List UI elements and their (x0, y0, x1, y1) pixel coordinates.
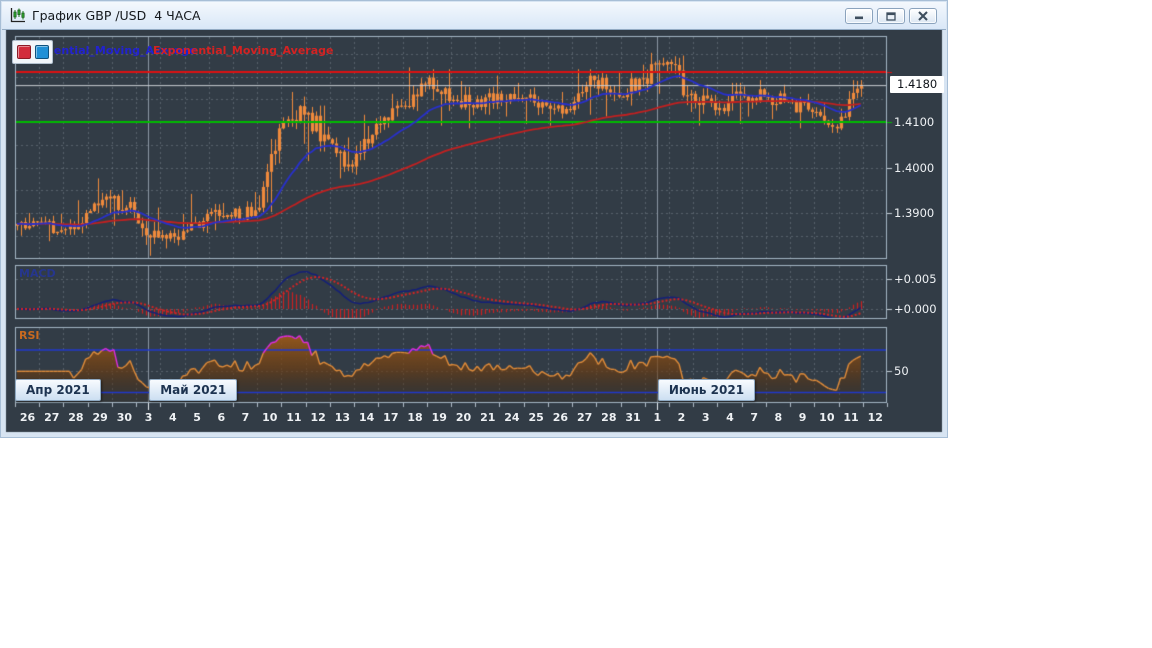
chart-window: График GBP /USD 4 ЧАСА Exponential_Movin… (0, 0, 949, 439)
current-price-label: 1.4180 (890, 76, 945, 93)
time-tick-label: 12 (310, 411, 326, 424)
minimize-button[interactable] (845, 8, 873, 24)
time-tick-label: 26 (552, 411, 569, 424)
month-label: Июнь 2021 (657, 379, 756, 401)
price-tick-label: 1.4100 (894, 115, 935, 129)
desktop-background: График GBP /USD 4 ЧАСА Exponential_Movin… (0, 0, 1152, 648)
time-tick-label: 4 (726, 411, 734, 424)
time-tick-label: 5 (193, 411, 201, 424)
time-tick-label: 7 (750, 411, 758, 424)
restore-button[interactable] (877, 8, 905, 24)
time-tick-label: 30 (116, 411, 133, 424)
rsi-tick-label: 50 (894, 364, 909, 379)
price-tick-label: 1.4000 (894, 160, 935, 175)
legend-ema-red: Exponential_Moving_Average (153, 44, 334, 57)
time-tick-label: 26 (19, 411, 36, 424)
time-tick-label: 25 (528, 411, 544, 424)
price-tick-label: 1.3900 (894, 206, 935, 220)
time-tick-label: 17 (383, 411, 399, 424)
window-controls (845, 8, 937, 24)
time-tick-label: 12 (867, 411, 883, 424)
time-tick-label: 24 (504, 411, 520, 424)
time-tick-label: 14 (358, 411, 375, 424)
time-tick-label: 9 (798, 411, 807, 424)
time-tick-label: 8 (774, 411, 783, 424)
time-tick-label: 19 (431, 411, 447, 424)
time-tick-label: 10 (819, 411, 835, 424)
rsi-panel-label: RSI (19, 329, 40, 342)
time-tick-label: 6 (217, 411, 226, 424)
candlestick-chart-icon (9, 7, 26, 24)
time-tick-label: 3 (701, 411, 710, 424)
month-label: Апр 2021 (15, 379, 101, 401)
chart-canvas[interactable] (1, 1, 949, 439)
window-titlebar[interactable]: График GBP /USD 4 ЧАСА (2, 2, 946, 30)
macd-tick-label: +0.000 (894, 302, 937, 316)
time-tick-label: 27 (44, 411, 60, 424)
time-tick-label: 10 (262, 411, 278, 424)
indicator-buttons-panel (12, 40, 53, 64)
ma-blue-toggle-button[interactable] (34, 45, 49, 59)
time-tick-label: 21 (480, 411, 496, 424)
time-tick-label: 1 (653, 411, 662, 424)
month-label: Май 2021 (149, 379, 238, 401)
time-tick-label: 31 (625, 411, 641, 424)
macd-panel-label: MACD (19, 267, 56, 280)
time-tick-label: 2 (677, 411, 686, 424)
time-tick-label: 28 (68, 411, 84, 424)
time-tick-label: 18 (407, 411, 423, 424)
time-tick-label: 27 (576, 411, 593, 424)
time-tick-label: 29 (92, 411, 108, 424)
time-tick-label: 4 (169, 411, 177, 424)
time-tick-label: 20 (455, 411, 472, 424)
time-tick-label: 13 (334, 411, 351, 424)
time-tick-label: 28 (601, 411, 617, 424)
time-tick-label: 11 (843, 411, 859, 424)
macd-tick-label: +0.005 (894, 272, 937, 286)
close-button[interactable] (909, 8, 937, 24)
ma-red-toggle-button[interactable] (16, 45, 31, 59)
time-tick-label: 11 (286, 411, 302, 424)
time-tick-label: 3 (144, 411, 153, 424)
time-tick-label: 7 (241, 411, 250, 424)
window-title: График GBP /USD 4 ЧАСА (32, 8, 201, 23)
